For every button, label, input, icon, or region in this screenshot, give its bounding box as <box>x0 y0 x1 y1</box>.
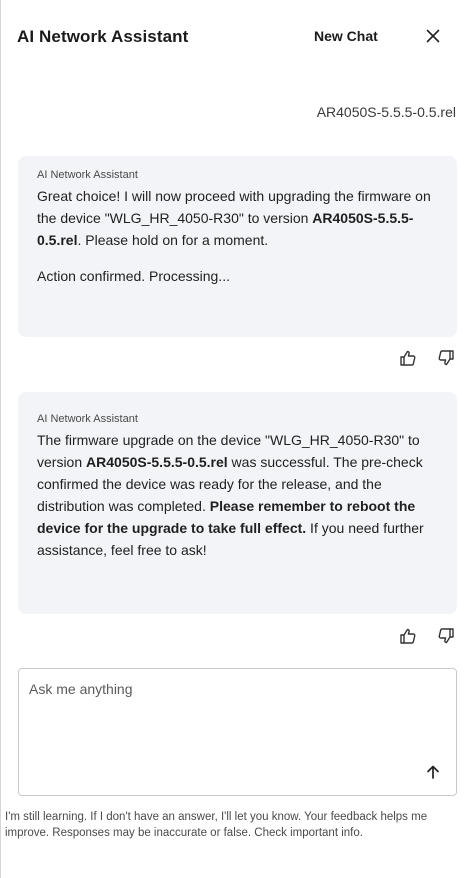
chat-composer <box>18 668 457 796</box>
thumbs-down-button[interactable] <box>436 626 456 646</box>
assistant-message: AI Network Assistant Great choice! I wil… <box>18 156 457 337</box>
message-feedback <box>398 626 456 646</box>
close-button[interactable] <box>421 24 445 48</box>
send-button[interactable] <box>422 761 444 783</box>
message-paragraph: Great choice! I will now proceed with up… <box>37 185 438 251</box>
disclaimer-text: I'm still learning. If I don't have an a… <box>5 811 428 839</box>
panel-header: AI Network Assistant New Chat <box>1 0 470 76</box>
firmware-version-text: AR4050S-5.5.5-0.5.rel <box>86 454 228 470</box>
arrow-up-icon <box>427 765 439 779</box>
assistant-message: AI Network Assistant The firmware upgrad… <box>18 392 457 614</box>
thumbs-up-icon <box>400 628 416 644</box>
thumbs-up-icon <box>400 350 416 366</box>
new-chat-button[interactable]: New Chat <box>314 28 378 44</box>
message-paragraph: The firmware upgrade on the device "WLG_… <box>37 429 438 561</box>
panel-title: AI Network Assistant <box>17 27 189 46</box>
message-sender: AI Network Assistant <box>37 169 138 181</box>
assistant-panel: AI Network Assistant New Chat AR4050S-5.… <box>0 0 470 878</box>
message-sender: AI Network Assistant <box>37 413 138 425</box>
user-message: AR4050S-5.5.5-0.5.rel <box>316 104 456 120</box>
thumbs-down-icon <box>438 628 454 644</box>
chat-input[interactable] <box>19 669 456 759</box>
message-paragraph: Action confirmed. Processing... <box>37 268 230 284</box>
thumbs-down-button[interactable] <box>436 348 456 368</box>
thumbs-up-button[interactable] <box>398 348 418 368</box>
thumbs-up-button[interactable] <box>398 626 418 646</box>
message-feedback <box>398 348 456 368</box>
close-icon <box>426 29 440 43</box>
thumbs-down-icon <box>438 350 454 366</box>
message-text: . Please hold on for a moment. <box>77 232 269 248</box>
